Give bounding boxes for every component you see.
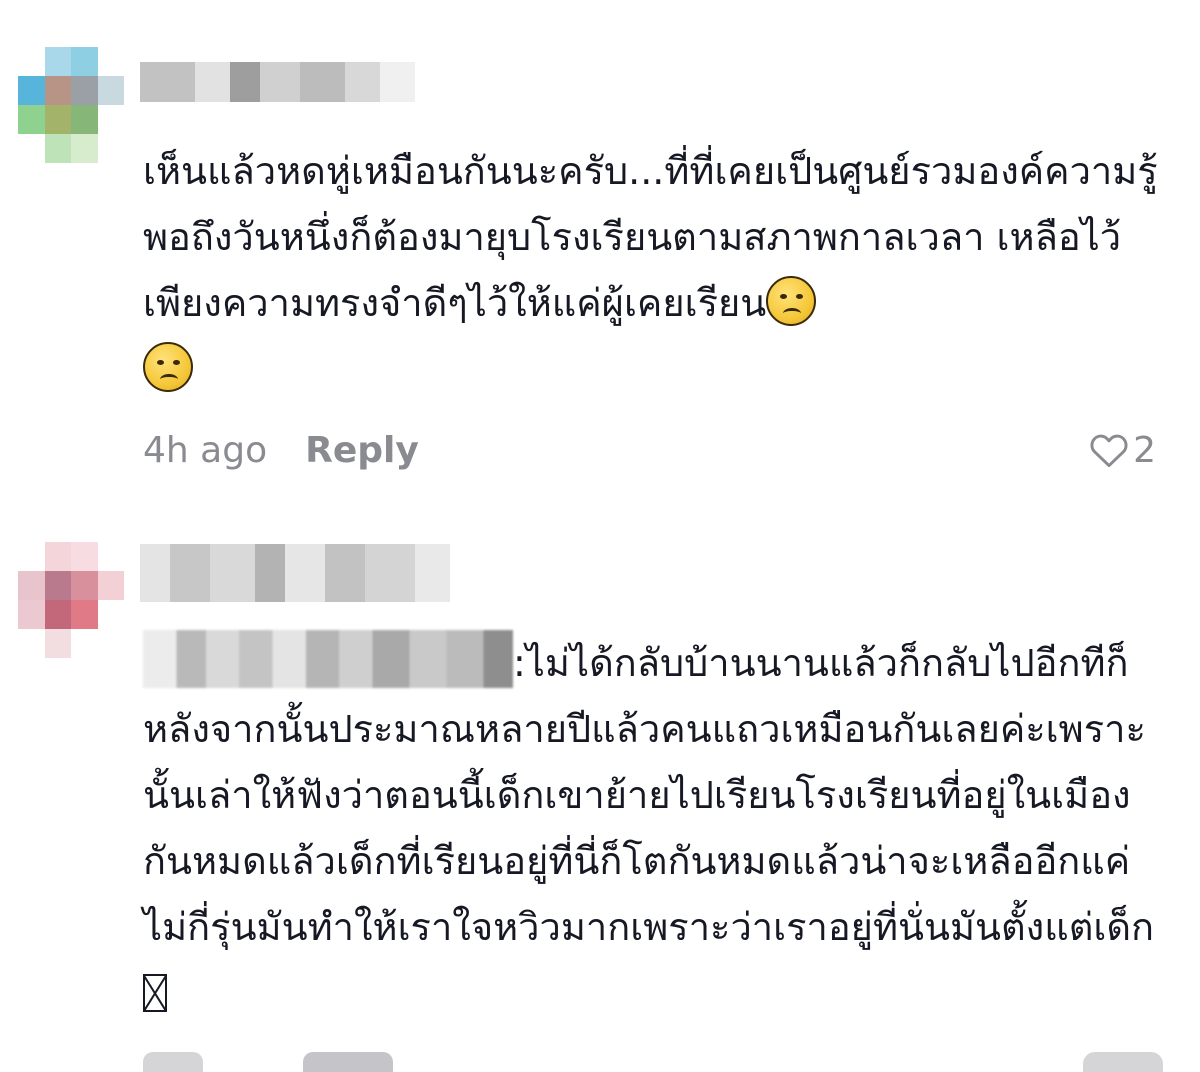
comment-2: :ไม่ได้กลับบ้านนานแล้วก็กลับไปอีกทีก็หลั… xyxy=(0,500,1200,1072)
reply-button-cutoff[interactable] xyxy=(303,1052,393,1072)
comment-1: เห็นแล้วหดหู่เหมือนกันนะครับ...ที่ที่เคย… xyxy=(0,0,1200,500)
comment-meta-cutoff xyxy=(143,1052,1183,1072)
reply-button[interactable]: Reply xyxy=(305,430,419,471)
missing-glyph-box xyxy=(143,974,167,1012)
timestamp-cutoff xyxy=(143,1052,203,1072)
avatar-blurred[interactable] xyxy=(18,542,124,658)
timestamp: 4h ago xyxy=(143,429,268,471)
heart-outline-icon xyxy=(1090,434,1128,468)
avatar-blurred[interactable] xyxy=(18,47,124,163)
comment-body: เห็นแล้วหดหู่เหมือนกันนะครับ...ที่ที่เคย… xyxy=(143,149,1158,325)
username-blurred[interactable] xyxy=(140,62,415,102)
comment-text: :ไม่ได้กลับบ้านนานแล้วก็กลับไปอีกทีก็หลั… xyxy=(143,630,1173,1026)
sad-face-emoji xyxy=(766,276,817,326)
username-blurred[interactable] xyxy=(140,544,450,602)
like-button[interactable]: 2 xyxy=(1089,428,1156,472)
comment-text: เห็นแล้วหดหู่เหมือนกันนะครับ...ที่ที่เคย… xyxy=(143,138,1173,402)
like-count: 2 xyxy=(1133,429,1156,471)
mention-blurred[interactable] xyxy=(143,630,513,688)
like-button-cutoff[interactable] xyxy=(1083,1052,1163,1072)
comment-meta: 4h ago Reply xyxy=(143,428,419,472)
sad-face-emoji xyxy=(143,342,193,392)
